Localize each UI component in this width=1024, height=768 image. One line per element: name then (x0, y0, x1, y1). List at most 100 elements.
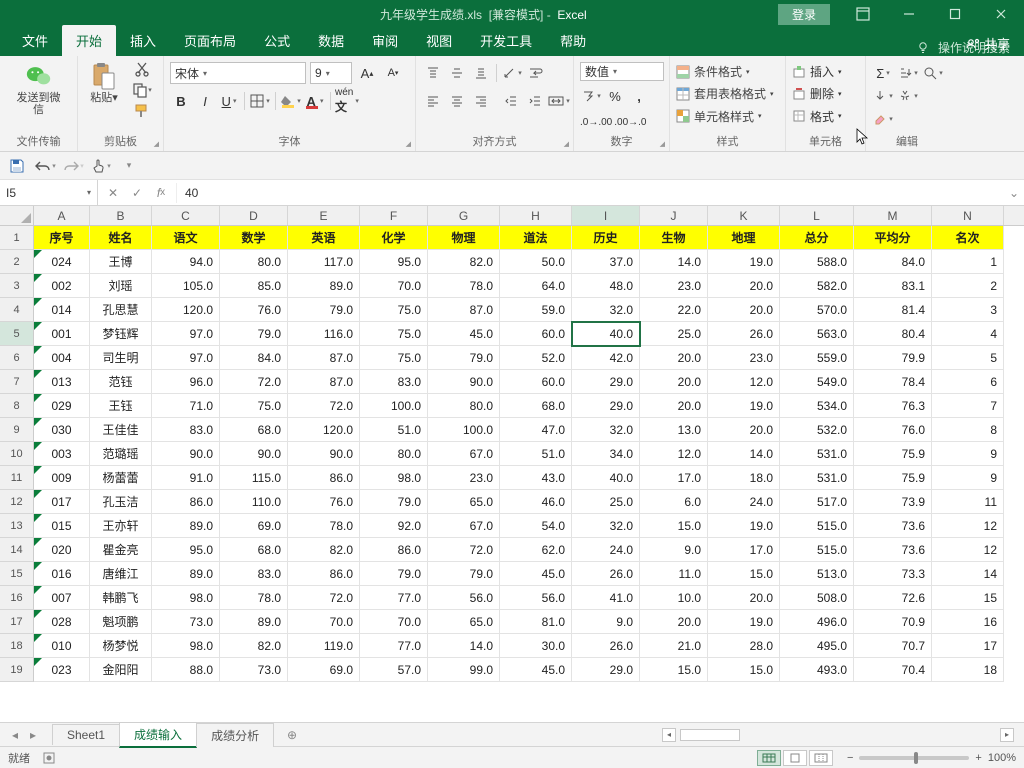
data-cell[interactable]: 1 (932, 250, 1004, 274)
data-cell[interactable]: 86.0 (288, 562, 360, 586)
data-cell[interactable]: 29.0 (572, 658, 640, 682)
comma-button[interactable]: , (628, 85, 650, 107)
touch-mode-button[interactable]: ▾ (90, 155, 112, 177)
sheet-tab-2[interactable]: 成绩分析 (196, 723, 274, 747)
align-center-button[interactable] (446, 90, 468, 112)
data-cell[interactable]: 515.0 (780, 538, 854, 562)
row-header[interactable]: 4 (0, 298, 34, 322)
data-cell[interactable]: 54.0 (500, 514, 572, 538)
ribbon-options-icon[interactable] (840, 0, 886, 28)
tab-insert[interactable]: 插入 (116, 25, 170, 56)
data-cell[interactable]: 020 (34, 538, 90, 562)
data-cell[interactable]: 67.0 (428, 514, 500, 538)
data-cell[interactable]: 71.0 (152, 394, 220, 418)
conditional-formatting-button[interactable]: 条件格式▾ (676, 62, 779, 81)
data-cell[interactable]: 79.0 (428, 346, 500, 370)
tab-home[interactable]: 开始 (62, 25, 116, 56)
data-cell[interactable]: 517.0 (780, 490, 854, 514)
data-cell[interactable]: 531.0 (780, 442, 854, 466)
data-cell[interactable]: 004 (34, 346, 90, 370)
fill-button[interactable]: ▾ (872, 85, 894, 107)
data-cell[interactable]: 001 (34, 322, 90, 346)
data-cell[interactable]: 18.0 (708, 466, 780, 490)
clear-button[interactable]: ▾ (872, 108, 894, 130)
data-cell[interactable]: 83.1 (854, 274, 932, 298)
data-cell[interactable]: 20.0 (708, 586, 780, 610)
format-painter-button[interactable] (132, 102, 152, 120)
data-cell[interactable]: 72.6 (854, 586, 932, 610)
data-cell[interactable]: 40.0 (572, 322, 640, 346)
data-cell[interactable]: 79.0 (220, 322, 288, 346)
data-cell[interactable]: 41.0 (572, 586, 640, 610)
data-cell[interactable]: 96.0 (152, 370, 220, 394)
data-cell[interactable]: 王佳佳 (90, 418, 152, 442)
header-cell[interactable]: 平均分 (854, 226, 932, 250)
data-cell[interactable]: 11.0 (640, 562, 708, 586)
row-header[interactable]: 7 (0, 370, 34, 394)
delete-cells-button[interactable]: 删除▾ (792, 84, 859, 103)
data-cell[interactable]: 14.0 (708, 442, 780, 466)
data-cell[interactable]: 76.0 (854, 418, 932, 442)
data-cell[interactable]: 75.0 (360, 298, 428, 322)
data-cell[interactable]: 64.0 (500, 274, 572, 298)
data-cell[interactable]: 016 (34, 562, 90, 586)
data-cell[interactable]: 72.0 (428, 538, 500, 562)
data-cell[interactable]: 508.0 (780, 586, 854, 610)
data-cell[interactable]: 028 (34, 610, 90, 634)
data-cell[interactable]: 017 (34, 490, 90, 514)
insert-cells-button[interactable]: 插入▾ (792, 62, 859, 81)
orientation-button[interactable]: ▾ (501, 62, 523, 84)
font-size-combo[interactable]: 9▾ (310, 62, 352, 84)
data-cell[interactable]: 14.0 (428, 634, 500, 658)
find-select-button[interactable]: ▾ (922, 62, 944, 84)
data-cell[interactable]: 68.0 (500, 394, 572, 418)
data-cell[interactable]: 26.0 (708, 322, 780, 346)
data-cell[interactable]: 549.0 (780, 370, 854, 394)
row-header[interactable]: 15 (0, 562, 34, 586)
select-all-corner[interactable] (0, 206, 34, 225)
data-cell[interactable]: 65.0 (428, 490, 500, 514)
data-cell[interactable]: 70.4 (854, 658, 932, 682)
new-sheet-button[interactable]: ⊕ (281, 724, 303, 746)
data-cell[interactable]: 65.0 (428, 610, 500, 634)
data-cell[interactable]: 75.0 (360, 322, 428, 346)
data-cell[interactable]: 77.0 (360, 634, 428, 658)
zoom-slider[interactable] (859, 756, 969, 760)
data-cell[interactable]: 47.0 (500, 418, 572, 442)
data-cell[interactable]: 013 (34, 370, 90, 394)
row-header[interactable]: 9 (0, 418, 34, 442)
data-cell[interactable]: 21.0 (640, 634, 708, 658)
decrease-indent-button[interactable] (500, 90, 522, 112)
data-cell[interactable]: 73.6 (854, 514, 932, 538)
align-middle-button[interactable] (446, 62, 468, 84)
name-box[interactable]: I5▾ (0, 180, 98, 205)
zoom-in-button[interactable]: + (975, 752, 981, 764)
redo-button[interactable]: ▾ (62, 155, 84, 177)
data-cell[interactable]: 98.0 (152, 586, 220, 610)
ideas-button[interactable]: ▾ (897, 85, 919, 107)
data-cell[interactable]: 73.9 (854, 490, 932, 514)
data-cell[interactable]: 99.0 (428, 658, 500, 682)
data-cell[interactable]: 11 (932, 490, 1004, 514)
data-cell[interactable]: 97.0 (152, 346, 220, 370)
data-cell[interactable]: 12.0 (708, 370, 780, 394)
col-header-J[interactable]: J (640, 206, 708, 225)
data-cell[interactable]: 95.0 (152, 538, 220, 562)
phonetic-button[interactable]: wén文▾ (335, 90, 359, 112)
data-cell[interactable]: 002 (34, 274, 90, 298)
data-cell[interactable]: 王博 (90, 250, 152, 274)
data-cell[interactable]: 70.9 (854, 610, 932, 634)
data-cell[interactable]: 563.0 (780, 322, 854, 346)
data-cell[interactable]: 119.0 (288, 634, 360, 658)
autosum-button[interactable]: Σ▾ (872, 62, 894, 84)
data-cell[interactable]: 83.0 (360, 370, 428, 394)
row-header[interactable]: 6 (0, 346, 34, 370)
data-cell[interactable]: 100.0 (360, 394, 428, 418)
paste-button[interactable]: 粘贴▾ (84, 60, 124, 106)
data-cell[interactable]: 14.0 (640, 250, 708, 274)
data-cell[interactable]: 81.4 (854, 298, 932, 322)
col-header-F[interactable]: F (360, 206, 428, 225)
header-cell[interactable]: 序号 (34, 226, 90, 250)
data-cell[interactable]: 75.0 (220, 394, 288, 418)
data-cell[interactable]: 72.0 (288, 394, 360, 418)
